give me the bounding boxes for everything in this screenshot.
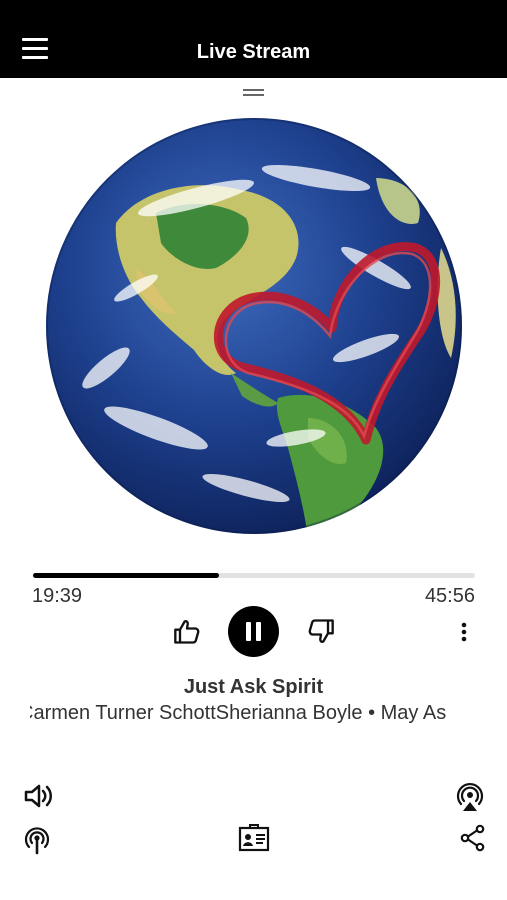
airplay-icon[interactable] <box>454 780 486 812</box>
pause-button[interactable] <box>228 606 279 657</box>
pause-icon <box>246 622 251 641</box>
contact-card-icon[interactable] <box>238 824 270 852</box>
track-title: Just Ask Spirit <box>183 676 324 698</box>
progress-fill <box>33 573 219 578</box>
thumbs-down-icon[interactable] <box>307 617 335 645</box>
track-subtitle-text: Carmen Turner SchottSherianna Boyle • Ma… <box>30 702 447 724</box>
podcast-antenna-icon[interactable] <box>21 823 53 855</box>
hamburger-menu-icon[interactable] <box>22 36 50 64</box>
album-artwork <box>46 118 462 534</box>
elapsed-time: 19:39 <box>32 585 83 607</box>
speaker-icon[interactable] <box>22 780 54 812</box>
thumbs-up-icon[interactable] <box>173 618 201 646</box>
track-subtitle: Carmen Turner SchottSherianna Boyle • Ma… <box>30 702 477 725</box>
page-title: Live Stream <box>196 40 311 63</box>
share-icon[interactable] <box>459 824 491 856</box>
drag-handle-icon[interactable] <box>243 89 264 97</box>
progress-bar[interactable] <box>33 573 475 578</box>
top-bar: Live Stream <box>0 0 507 78</box>
total-time: 45:56 <box>424 585 475 607</box>
more-options-icon[interactable] <box>455 620 473 644</box>
